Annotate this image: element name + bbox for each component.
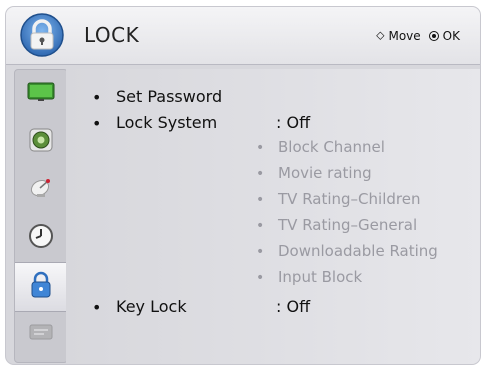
input-block-item[interactable]: Input Block (278, 268, 362, 286)
menu-content: • Set Password • Lock System : Off • Blo… (66, 69, 480, 364)
bullet-icon: • (256, 270, 265, 286)
sidebar-item-lock[interactable] (15, 262, 67, 312)
speaker-icon (28, 127, 54, 157)
picture-icon (27, 81, 55, 107)
ok-button-icon (428, 30, 439, 41)
bullet-icon: • (256, 192, 265, 208)
key-lock-item[interactable]: Key Lock (116, 297, 187, 316)
bullet-icon: • (92, 114, 102, 133)
bullet-icon: • (256, 166, 265, 182)
bullet-icon: • (256, 218, 265, 234)
lock-system-value: : Off (276, 113, 311, 132)
lock-menu-window: LOCK ⬦ Move OK • Set Password • Lock Sys… (6, 7, 480, 364)
tv-rating-general-item[interactable]: TV Rating–General (278, 216, 417, 234)
navigation-arrows-icon: ⬦ (376, 28, 385, 42)
page-title: LOCK (84, 23, 140, 47)
sidebar-item-option[interactable] (15, 310, 67, 358)
nav-ok-label: OK (442, 28, 460, 43)
set-password-item[interactable]: Set Password (116, 87, 222, 106)
movie-rating-item[interactable]: Movie rating (278, 164, 372, 182)
lock-system-item[interactable]: Lock System (116, 113, 217, 132)
key-lock-value: : Off (276, 297, 311, 316)
menu-header: LOCK ⬦ Move OK (6, 7, 480, 65)
sidebar-item-channel[interactable] (15, 166, 67, 214)
settings-sidebar (14, 69, 68, 363)
lock-icon (20, 13, 64, 57)
nav-hint: ⬦ Move OK (376, 28, 460, 43)
block-channel-item[interactable]: Block Channel (278, 138, 385, 156)
bullet-icon: • (92, 298, 102, 317)
nav-move-label: Move (388, 28, 421, 43)
sidebar-item-audio[interactable] (15, 118, 67, 166)
clock-icon (28, 223, 54, 253)
tv-rating-children-item[interactable]: TV Rating–Children (278, 190, 420, 208)
bullet-icon: • (256, 244, 265, 260)
sidebar-item-picture[interactable] (15, 70, 67, 118)
bullet-icon: • (92, 88, 102, 107)
satellite-icon (28, 175, 54, 205)
lock-icon (28, 270, 54, 304)
downloadable-rating-item[interactable]: Downloadable Rating (278, 242, 438, 260)
sidebar-item-time[interactable] (15, 214, 67, 262)
bullet-icon: • (256, 140, 265, 156)
option-icon (28, 321, 54, 347)
